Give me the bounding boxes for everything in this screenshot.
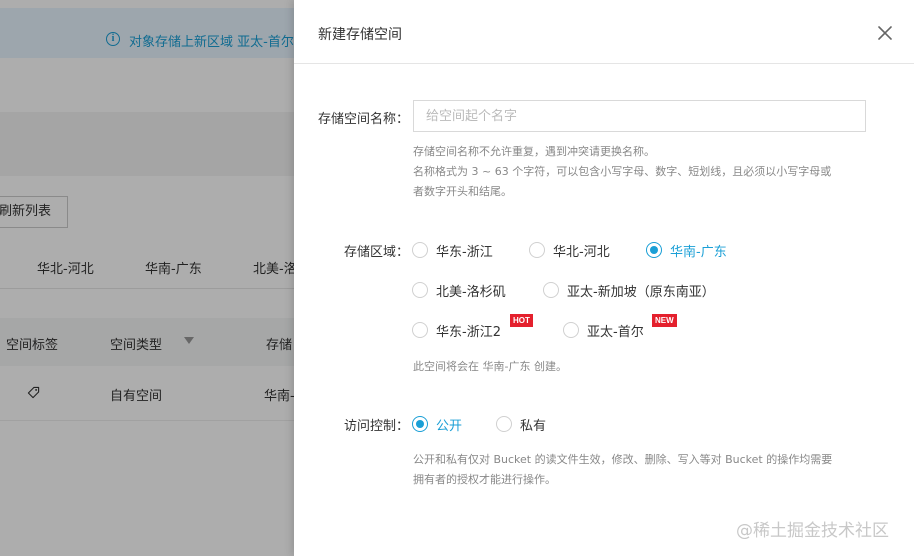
radio-icon (412, 242, 428, 258)
region-option-los-angeles[interactable]: 北美-洛杉矶 (412, 280, 506, 300)
bucket-name-help-line: 名称格式为 3 ~ 63 个字符，可以包含小写字母、数字、短划线，且必须以小写字… (413, 165, 832, 178)
radio-icon (496, 416, 512, 432)
radio-icon (412, 282, 428, 298)
watermark: @稀土掘金技术社区 (736, 521, 889, 541)
region-option-label: 北美-洛杉矶 (436, 284, 506, 300)
drawer-title: 新建存储空间 (318, 27, 402, 43)
access-option-public[interactable]: 公开 (412, 414, 462, 434)
bucket-name-help: 存储空间名称不允许重复，遇到冲突请更换名称。 名称格式为 3 ~ 63 个字符，… (413, 142, 873, 202)
access-help-line: 公开和私有仅对 Bucket 的读文件生效，修改、删除、写入等对 Bucket … (413, 453, 833, 466)
region-option-label: 华东-浙江 (436, 244, 493, 260)
radio-checked-icon (412, 416, 428, 432)
create-bucket-drawer: 新建存储空间 存储空间名称： 存储空间名称不允许重复，遇到冲突请更换名称。 名称… (294, 0, 914, 556)
region-option-label: 华东-浙江2 (436, 324, 501, 340)
access-help-line: 拥有者的授权才能进行操作。 (413, 473, 556, 486)
access-option-label: 私有 (520, 418, 547, 434)
hot-badge: HOT (510, 314, 533, 327)
region-option-hebei[interactable]: 华北-河北 (529, 240, 610, 260)
bucket-name-help-line: 存储空间名称不允许重复，遇到冲突请更换名称。 (413, 145, 655, 158)
region-option-seoul[interactable]: 亚太-首尔 (563, 320, 644, 340)
bucket-name-help-line: 者数字开头和结尾。 (413, 185, 512, 198)
region-option-zhejiang2[interactable]: 华东-浙江2 (412, 320, 501, 340)
region-option-zhejiang[interactable]: 华东-浙江 (412, 240, 493, 260)
region-option-label: 亚太-首尔 (587, 324, 644, 340)
radio-icon (412, 322, 428, 338)
region-option-guangdong[interactable]: 华南-广东 (646, 240, 727, 260)
region-option-singapore[interactable]: 亚太-新加坡（原东南亚） (543, 280, 715, 300)
access-control-help: 公开和私有仅对 Bucket 的读文件生效，修改、删除、写入等对 Bucket … (413, 450, 873, 490)
region-label: 存储区域： (344, 245, 410, 260)
radio-checked-icon (646, 242, 662, 258)
region-note: 此空间将会在 华南-广东 创建。 (413, 360, 567, 373)
radio-icon (529, 242, 545, 258)
drawer-header: 新建存储空间 (294, 0, 914, 64)
access-option-label: 公开 (436, 418, 463, 434)
new-badge: NEW (652, 314, 677, 327)
bucket-name-label: 存储空间名称： (318, 112, 410, 127)
bucket-name-input[interactable] (413, 100, 866, 132)
region-option-label: 华南-广东 (670, 244, 727, 260)
radio-icon (563, 322, 579, 338)
access-option-private[interactable]: 私有 (496, 414, 546, 434)
access-control-label: 访问控制： (344, 419, 410, 434)
region-option-label: 亚太-新加坡（原东南亚） (567, 284, 715, 300)
close-icon[interactable] (876, 24, 894, 42)
region-option-label: 华北-河北 (553, 244, 610, 260)
radio-icon (543, 282, 559, 298)
